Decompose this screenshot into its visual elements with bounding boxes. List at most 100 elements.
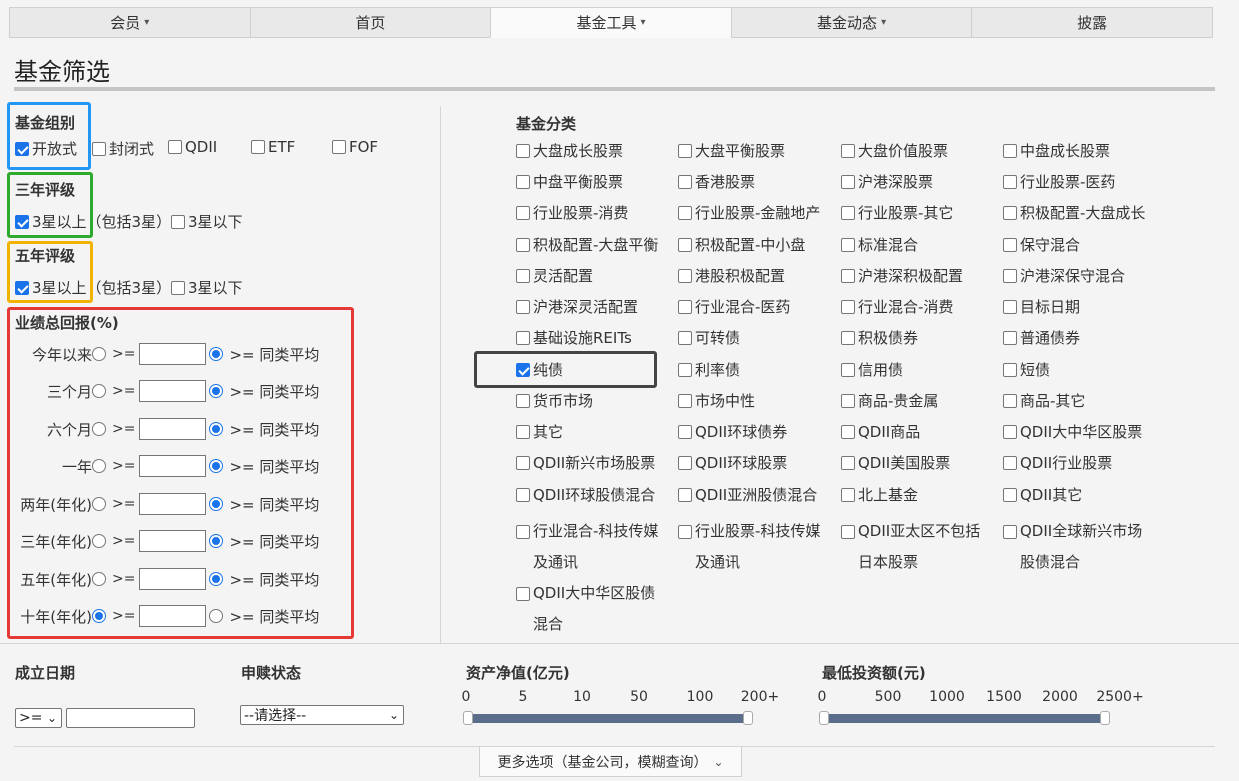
checkbox[interactable] (678, 525, 692, 539)
category-option[interactable]: 积极配置-大盘成长 (1003, 203, 1145, 223)
checkbox[interactable] (841, 269, 855, 283)
category-option[interactable]: 大盘平衡股票 (678, 141, 785, 161)
category-option[interactable]: 基础设施REITs (516, 328, 632, 348)
checkbox[interactable] (516, 269, 530, 283)
checkbox[interactable] (678, 488, 692, 502)
checkbox[interactable] (516, 456, 530, 470)
checkbox[interactable] (168, 140, 182, 154)
checkbox[interactable] (332, 140, 346, 154)
checkbox[interactable] (841, 363, 855, 377)
ge-value-radio[interactable] (92, 384, 106, 398)
category-option[interactable]: 标准混合 (841, 235, 918, 255)
category-option[interactable]: 沪港深灵活配置 (516, 297, 638, 317)
nav-tab[interactable]: 首页 (249, 7, 491, 38)
category-average-radio[interactable] (209, 422, 224, 436)
checkbox[interactable] (841, 488, 855, 502)
category-option[interactable]: 普通债券 (1003, 328, 1080, 348)
checkbox[interactable] (841, 300, 855, 314)
category-option[interactable]: 市场中性 (678, 391, 755, 411)
checkbox[interactable] (516, 300, 530, 314)
checkbox[interactable] (171, 280, 185, 295)
category-option[interactable]: QDII环球债券 (678, 422, 787, 442)
category-average-radio[interactable] (209, 384, 224, 398)
checkbox[interactable] (516, 363, 530, 377)
category-option[interactable]: QDII大中华区股债 混合 (516, 578, 655, 640)
category-option[interactable]: 积极债券 (841, 328, 918, 348)
checkbox[interactable] (678, 206, 692, 220)
checkbox[interactable] (1003, 300, 1017, 314)
category-option[interactable]: QDII新兴市场股票 (516, 453, 655, 473)
performance-value-input[interactable] (139, 568, 207, 590)
category-option[interactable]: 行业股票-金融地产 (678, 203, 820, 223)
checkbox[interactable] (516, 331, 530, 345)
checkbox-option[interactable]: 封闭式 (92, 138, 154, 159)
category-option[interactable]: 行业股票-科技传媒 及通讯 (678, 516, 820, 578)
checkbox[interactable] (841, 425, 855, 439)
performance-value-input[interactable] (139, 530, 207, 552)
category-option[interactable]: 纯债 (516, 360, 563, 380)
checkbox[interactable] (516, 206, 530, 220)
checkbox[interactable] (251, 140, 265, 154)
checkbox[interactable] (15, 141, 29, 156)
ge-value-radio[interactable] (92, 572, 106, 586)
checkbox-option[interactable]: 开放式 (15, 138, 77, 159)
category-option[interactable]: 行业混合-科技传媒 及通讯 (516, 516, 658, 578)
performance-value-input[interactable] (139, 343, 207, 365)
category-option[interactable]: 利率债 (678, 360, 740, 380)
checkbox[interactable] (1003, 363, 1017, 377)
checkbox-option[interactable]: 3星以下 (171, 211, 243, 232)
checkbox[interactable] (516, 587, 530, 601)
category-option[interactable]: 行业混合-消费 (841, 297, 953, 317)
checkbox-option[interactable]: 3星以下 (171, 277, 243, 298)
category-average-radio[interactable] (209, 347, 224, 361)
category-average-radio[interactable] (209, 459, 224, 473)
checkbox[interactable] (678, 175, 692, 189)
checkbox[interactable] (516, 144, 530, 158)
category-average-radio[interactable] (209, 534, 224, 548)
checkbox[interactable] (678, 394, 692, 408)
category-option[interactable]: 香港股票 (678, 172, 755, 192)
category-option[interactable]: 大盘成长股票 (516, 141, 623, 161)
category-option[interactable]: 沪港深保守混合 (1003, 266, 1125, 286)
category-option[interactable]: 保守混合 (1003, 235, 1080, 255)
checkbox[interactable] (841, 144, 855, 158)
performance-value-input[interactable] (139, 605, 207, 627)
category-option[interactable]: 积极配置-中小盘 (678, 235, 805, 255)
category-option[interactable]: 中盘成长股票 (1003, 141, 1110, 161)
category-option[interactable]: QDII环球股债混合 (516, 485, 655, 505)
category-option[interactable]: 商品-其它 (1003, 391, 1085, 411)
ge-value-radio[interactable] (92, 459, 106, 473)
checkbox[interactable] (171, 214, 185, 229)
checkbox[interactable] (516, 394, 530, 408)
checkbox[interactable] (678, 269, 692, 283)
category-option[interactable]: 沪港深股票 (841, 172, 933, 192)
net-assets-max-handle[interactable] (743, 711, 753, 725)
checkbox[interactable] (1003, 525, 1017, 539)
category-option[interactable]: 目标日期 (1003, 297, 1080, 317)
category-option[interactable]: 其它 (516, 422, 563, 442)
category-option[interactable]: 短债 (1003, 360, 1050, 380)
net-assets-slider-track[interactable] (468, 714, 751, 723)
checkbox[interactable] (1003, 394, 1017, 408)
checkbox[interactable] (678, 144, 692, 158)
checkbox[interactable] (516, 238, 530, 252)
checkbox[interactable] (1003, 269, 1017, 283)
performance-value-input[interactable] (139, 493, 207, 515)
category-average-radio[interactable] (209, 572, 224, 586)
checkbox-option[interactable]: QDII (168, 138, 217, 156)
category-option[interactable]: QDII亚洲股债混合 (678, 485, 817, 505)
checkbox[interactable] (678, 425, 692, 439)
performance-value-input[interactable] (139, 455, 207, 477)
checkbox[interactable] (1003, 175, 1017, 189)
checkbox[interactable] (841, 331, 855, 345)
checkbox[interactable] (841, 456, 855, 470)
category-option[interactable]: 信用债 (841, 360, 903, 380)
category-average-radio[interactable] (209, 609, 224, 623)
category-option[interactable]: QDII行业股票 (1003, 453, 1112, 473)
inception-operator-select[interactable]: >= ⌄ (15, 708, 62, 728)
performance-value-input[interactable] (139, 380, 207, 402)
category-option[interactable]: 行业股票-消费 (516, 203, 628, 223)
ge-value-radio[interactable] (92, 609, 106, 623)
category-option[interactable]: QDII环球股票 (678, 453, 787, 473)
checkbox[interactable] (516, 525, 530, 539)
